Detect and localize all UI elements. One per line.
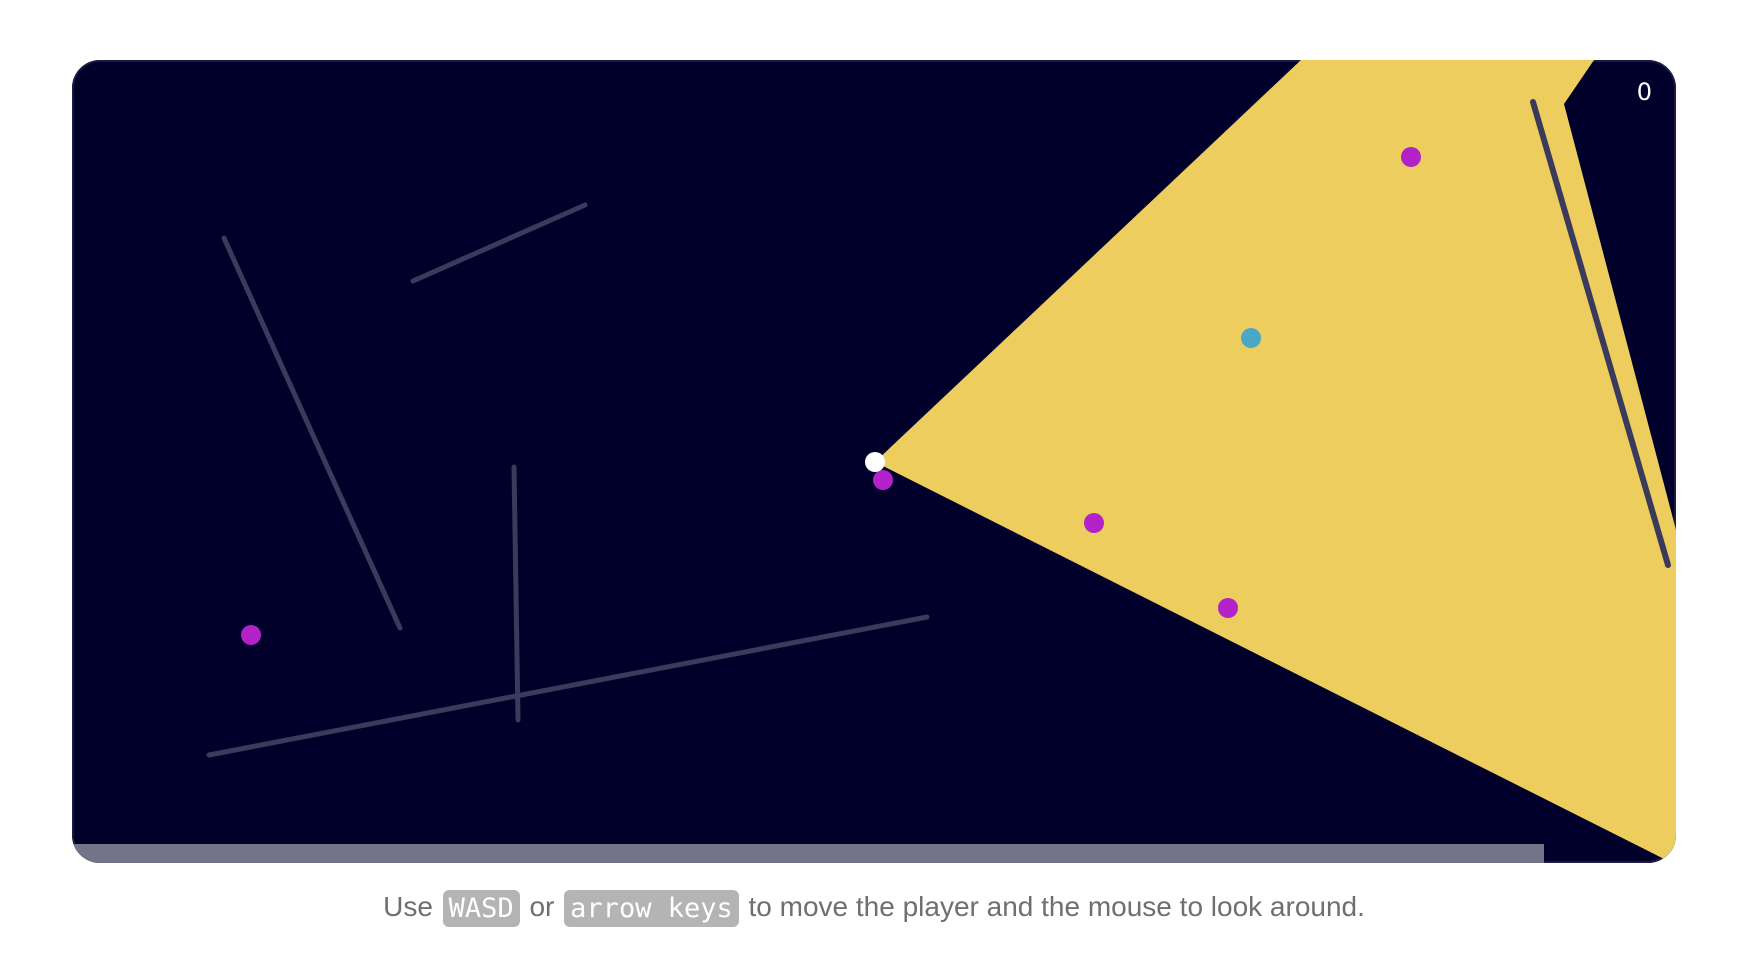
enemy-dot <box>873 470 893 490</box>
player-dot[interactable] <box>865 452 885 472</box>
instructions-prefix: Use <box>383 890 433 922</box>
enemy-dot <box>1401 147 1421 167</box>
wasd-key-badge: WASD <box>442 890 520 927</box>
instructions-mid: or <box>529 890 555 922</box>
goal-dot <box>1241 328 1261 348</box>
enemy-dot <box>1218 598 1238 618</box>
wall <box>221 235 403 631</box>
level-progress-fill <box>72 844 1545 863</box>
wall <box>511 464 521 723</box>
arrow-keys-badge: arrow keys <box>564 890 739 927</box>
game-canvas[interactable]: 0 <box>72 60 1676 863</box>
instructions-suffix: to move the player and the mouse to look… <box>748 890 1365 922</box>
game-scene <box>206 60 1676 863</box>
score-counter: 0 <box>1636 78 1652 106</box>
enemy-dot <box>1084 513 1104 533</box>
enemy-dot <box>241 625 261 645</box>
wall <box>410 202 588 284</box>
level-progress-bar <box>72 844 1676 863</box>
instructions: Use WASD or arrow keys to move the playe… <box>0 890 1748 927</box>
wall <box>206 614 930 758</box>
